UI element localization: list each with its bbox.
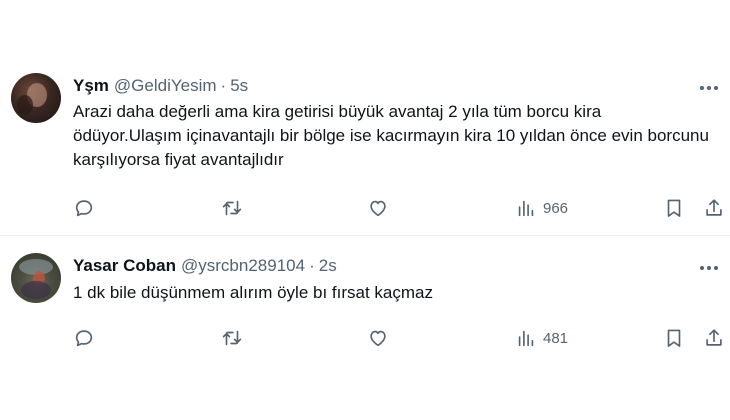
retweet-icon bbox=[222, 200, 242, 216]
like-button[interactable] bbox=[367, 325, 389, 351]
action-bar: 481 bbox=[73, 325, 723, 351]
reply-button[interactable] bbox=[73, 325, 95, 351]
tweet[interactable]: Yşm @GeldiYesim · 5s Arazi daha değerli … bbox=[0, 58, 730, 236]
separator-dot: · bbox=[220, 76, 227, 95]
tweet-text: Arazi daha değerli ama kira getirisi büy… bbox=[73, 102, 719, 169]
tweet-text: 1 dk bile düşünmem alırım öyle bı fırsat… bbox=[73, 283, 433, 302]
action-bar: 966 bbox=[73, 195, 723, 221]
bookmark-icon bbox=[667, 199, 681, 217]
bookmark-button[interactable] bbox=[663, 325, 685, 351]
display-name[interactable]: Yşm bbox=[73, 76, 109, 96]
like-icon bbox=[370, 200, 386, 217]
more-icon[interactable] bbox=[698, 257, 720, 279]
timestamp[interactable]: 2s bbox=[319, 256, 337, 276]
bookmark-button[interactable] bbox=[663, 195, 685, 221]
bookmark-icon bbox=[667, 329, 681, 347]
share-button[interactable] bbox=[703, 195, 725, 221]
user-handle[interactable]: @ysrcbn289104 bbox=[181, 256, 305, 276]
user-handle[interactable]: @GeldiYesim bbox=[114, 76, 217, 96]
reply-button[interactable] bbox=[73, 195, 95, 221]
like-button[interactable] bbox=[367, 195, 389, 221]
views-count: 966 bbox=[543, 199, 569, 217]
views-icon bbox=[518, 200, 534, 217]
views-count: 481 bbox=[543, 329, 569, 347]
views-button[interactable]: 966 bbox=[515, 195, 568, 221]
retweet-icon bbox=[222, 330, 242, 346]
share-icon bbox=[706, 199, 722, 216]
share-button[interactable] bbox=[703, 325, 725, 351]
timestamp[interactable]: 5s bbox=[230, 76, 248, 96]
display-name[interactable]: Yasar Coban bbox=[73, 256, 176, 276]
reply-icon bbox=[75, 330, 93, 347]
like-icon bbox=[370, 330, 386, 347]
tweet-header: Yasar Coban @ysrcbn289104 · 2s bbox=[73, 255, 337, 277]
share-icon bbox=[706, 329, 722, 346]
separator-dot: · bbox=[309, 256, 315, 275]
avatar[interactable] bbox=[11, 73, 61, 123]
retweet-button[interactable] bbox=[221, 325, 243, 351]
avatar[interactable] bbox=[11, 253, 61, 303]
tweet-header: Yşm @GeldiYesim · 5s bbox=[73, 75, 248, 97]
reply-icon bbox=[75, 200, 93, 217]
views-icon bbox=[518, 330, 534, 347]
views-button[interactable]: 481 bbox=[515, 325, 568, 351]
more-icon[interactable] bbox=[698, 77, 720, 99]
retweet-button[interactable] bbox=[221, 195, 243, 221]
tweet[interactable]: Yasar Coban @ysrcbn289104 · 2s 1 dk bile… bbox=[0, 236, 730, 366]
